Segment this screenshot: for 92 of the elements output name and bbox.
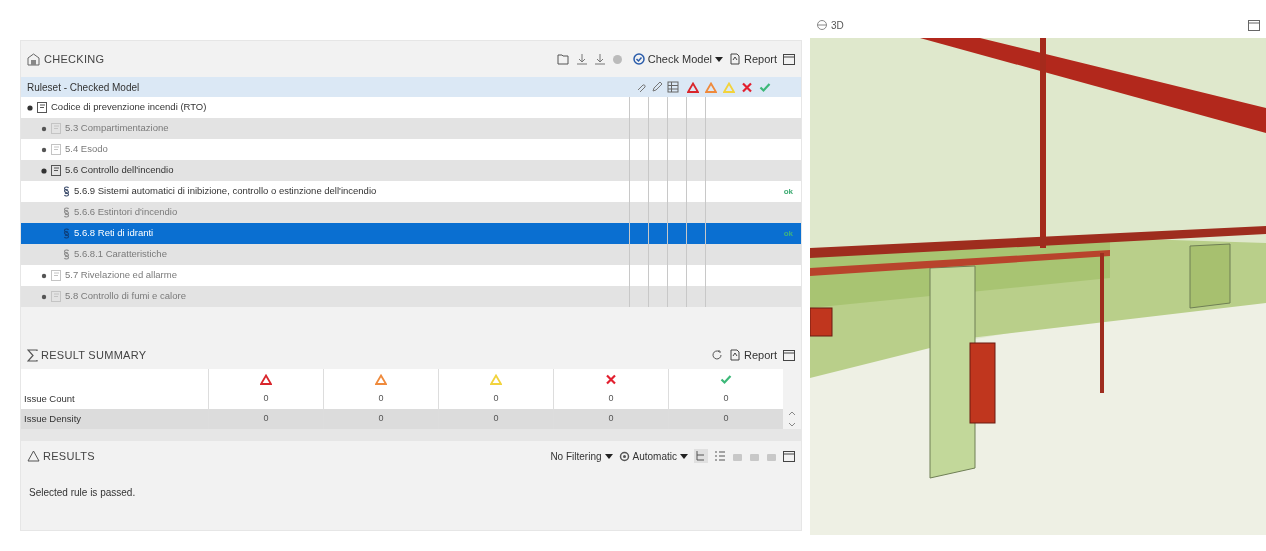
check-circle-icon — [632, 53, 645, 65]
tree-item-label: 5.6.8.1 Caratteristiche — [74, 247, 167, 262]
viewer-title: 3D — [831, 18, 844, 33]
folder-icon[interactable] — [556, 53, 570, 65]
result-label: ok — [783, 227, 793, 240]
mode-dropdown[interactable]: Automatic — [618, 448, 688, 464]
refresh-icon[interactable] — [710, 349, 723, 361]
warning-icon — [687, 81, 699, 93]
row-label: Issue Count — [23, 391, 76, 406]
collapsed-bullet-icon[interactable] — [41, 125, 47, 132]
caret-icon[interactable] — [714, 56, 723, 62]
tree-row[interactable]: 5.3 Compartimentazione — [21, 118, 801, 139]
ruleset-icon — [51, 291, 61, 302]
table-cell: 0 — [493, 392, 499, 406]
warning-icon — [260, 373, 272, 385]
tree-item-label: 5.4 Esodo — [65, 142, 108, 157]
maximize-icon[interactable] — [783, 450, 795, 462]
report-button[interactable]: Report — [728, 346, 777, 364]
section-icon — [63, 207, 70, 218]
filter-dropdown[interactable]: No Filtering — [550, 448, 613, 464]
status-message: Selected rule is passed. — [29, 487, 136, 498]
tree-item-label: 5.3 Compartimentazione — [65, 121, 169, 136]
paperclip-icon[interactable] — [635, 81, 647, 93]
tree-item-label: Codice di prevenzione incendi (RTO) — [51, 100, 207, 115]
check-icon — [759, 81, 771, 93]
panel-title: CHECKING — [44, 51, 105, 67]
row-label: Issue Density — [23, 411, 83, 426]
warning-icon — [27, 450, 40, 462]
maximize-icon[interactable] — [783, 349, 795, 361]
pencil-icon[interactable] — [651, 81, 663, 93]
tree-row[interactable]: 5.6.8.1 Caratteristiche — [21, 244, 801, 265]
maximize-icon[interactable] — [1248, 19, 1260, 31]
target-icon — [618, 450, 630, 462]
selected-tree-row[interactable]: 5.6.8 Reti di idranti ok — [21, 223, 801, 244]
ruleset-icon — [51, 144, 61, 155]
table-cell: 0 — [608, 392, 614, 406]
table-cell: 0 — [493, 412, 499, 426]
ruleset-icon — [51, 270, 61, 281]
download-icon[interactable] — [593, 53, 606, 65]
tree-item-label: 5.6.9 Sistemi automatici di inibizione, controllo o estinzione dell'incendio — [74, 184, 377, 199]
check-model-button[interactable]: Check Model — [632, 50, 723, 68]
tree-item-label: 5.6.6 Estintori d'incendio — [74, 205, 178, 220]
ruleset-icon — [37, 102, 47, 113]
table-cell: 0 — [263, 392, 269, 406]
report-icon — [728, 53, 741, 65]
table-cell: 0 — [378, 392, 384, 406]
table-cell: 0 — [378, 412, 384, 426]
warning-icon — [375, 373, 387, 385]
warning-icon — [490, 373, 502, 385]
panel-title: RESULTS — [43, 448, 95, 464]
scroll-down-icon[interactable] — [788, 422, 796, 427]
tree-item-label: 5.6.8 Reti di idranti — [74, 226, 154, 241]
panel-title: RESULT SUMMARY — [41, 347, 147, 363]
tree-item-label: 5.7 Rivelazione ed allarme — [65, 268, 177, 283]
section-icon — [63, 249, 70, 260]
download-icon[interactable] — [575, 53, 588, 65]
tree-item-label: 5.8 Controllo di fumi e calore — [65, 289, 186, 304]
collapsed-bullet-icon[interactable] — [41, 146, 47, 153]
tree-row[interactable]: 5.6.6 Estintori d'incendio — [21, 202, 801, 223]
tree-row[interactable]: 5.6 Controllo dell'incendio — [21, 160, 801, 181]
expanded-bullet-icon[interactable] — [41, 167, 47, 174]
report-icon — [728, 349, 741, 361]
sigma-icon — [27, 348, 38, 362]
list-icon[interactable] — [714, 450, 726, 462]
warning-icon — [705, 81, 717, 93]
result-label: ok — [783, 185, 793, 198]
caret-icon[interactable] — [604, 453, 613, 459]
ruleset-icon — [51, 165, 61, 176]
ruleset-icon — [51, 123, 61, 134]
caret-icon[interactable] — [680, 453, 688, 459]
section-icon — [63, 186, 70, 197]
scroll-up-icon[interactable] — [788, 411, 796, 416]
error-icon — [605, 373, 617, 385]
check-icon — [720, 373, 732, 385]
dot-icon[interactable] — [611, 53, 623, 65]
table-cell: 0 — [608, 412, 614, 426]
warning-icon — [723, 81, 735, 93]
section-icon — [63, 228, 70, 239]
table-cell: 0 — [723, 412, 729, 426]
building-icon — [27, 52, 40, 66]
tree-item-label: 5.6 Controllo dell'incendio — [65, 163, 174, 178]
expanded-bullet-icon[interactable] — [27, 104, 33, 111]
table-cell: 0 — [263, 412, 269, 426]
collapsed-bullet-icon[interactable] — [41, 272, 47, 279]
collapsed-bullet-icon[interactable] — [41, 293, 47, 300]
column-header: Ruleset - Checked Model — [26, 80, 141, 95]
report-button[interactable]: Report — [728, 50, 777, 68]
maximize-icon[interactable] — [783, 53, 795, 65]
grid-icon[interactable] — [667, 81, 679, 93]
table-cell: 0 — [723, 392, 729, 406]
error-icon — [741, 81, 753, 93]
tree-row[interactable]: 5.8 Controllo di fumi e calore — [21, 286, 801, 307]
